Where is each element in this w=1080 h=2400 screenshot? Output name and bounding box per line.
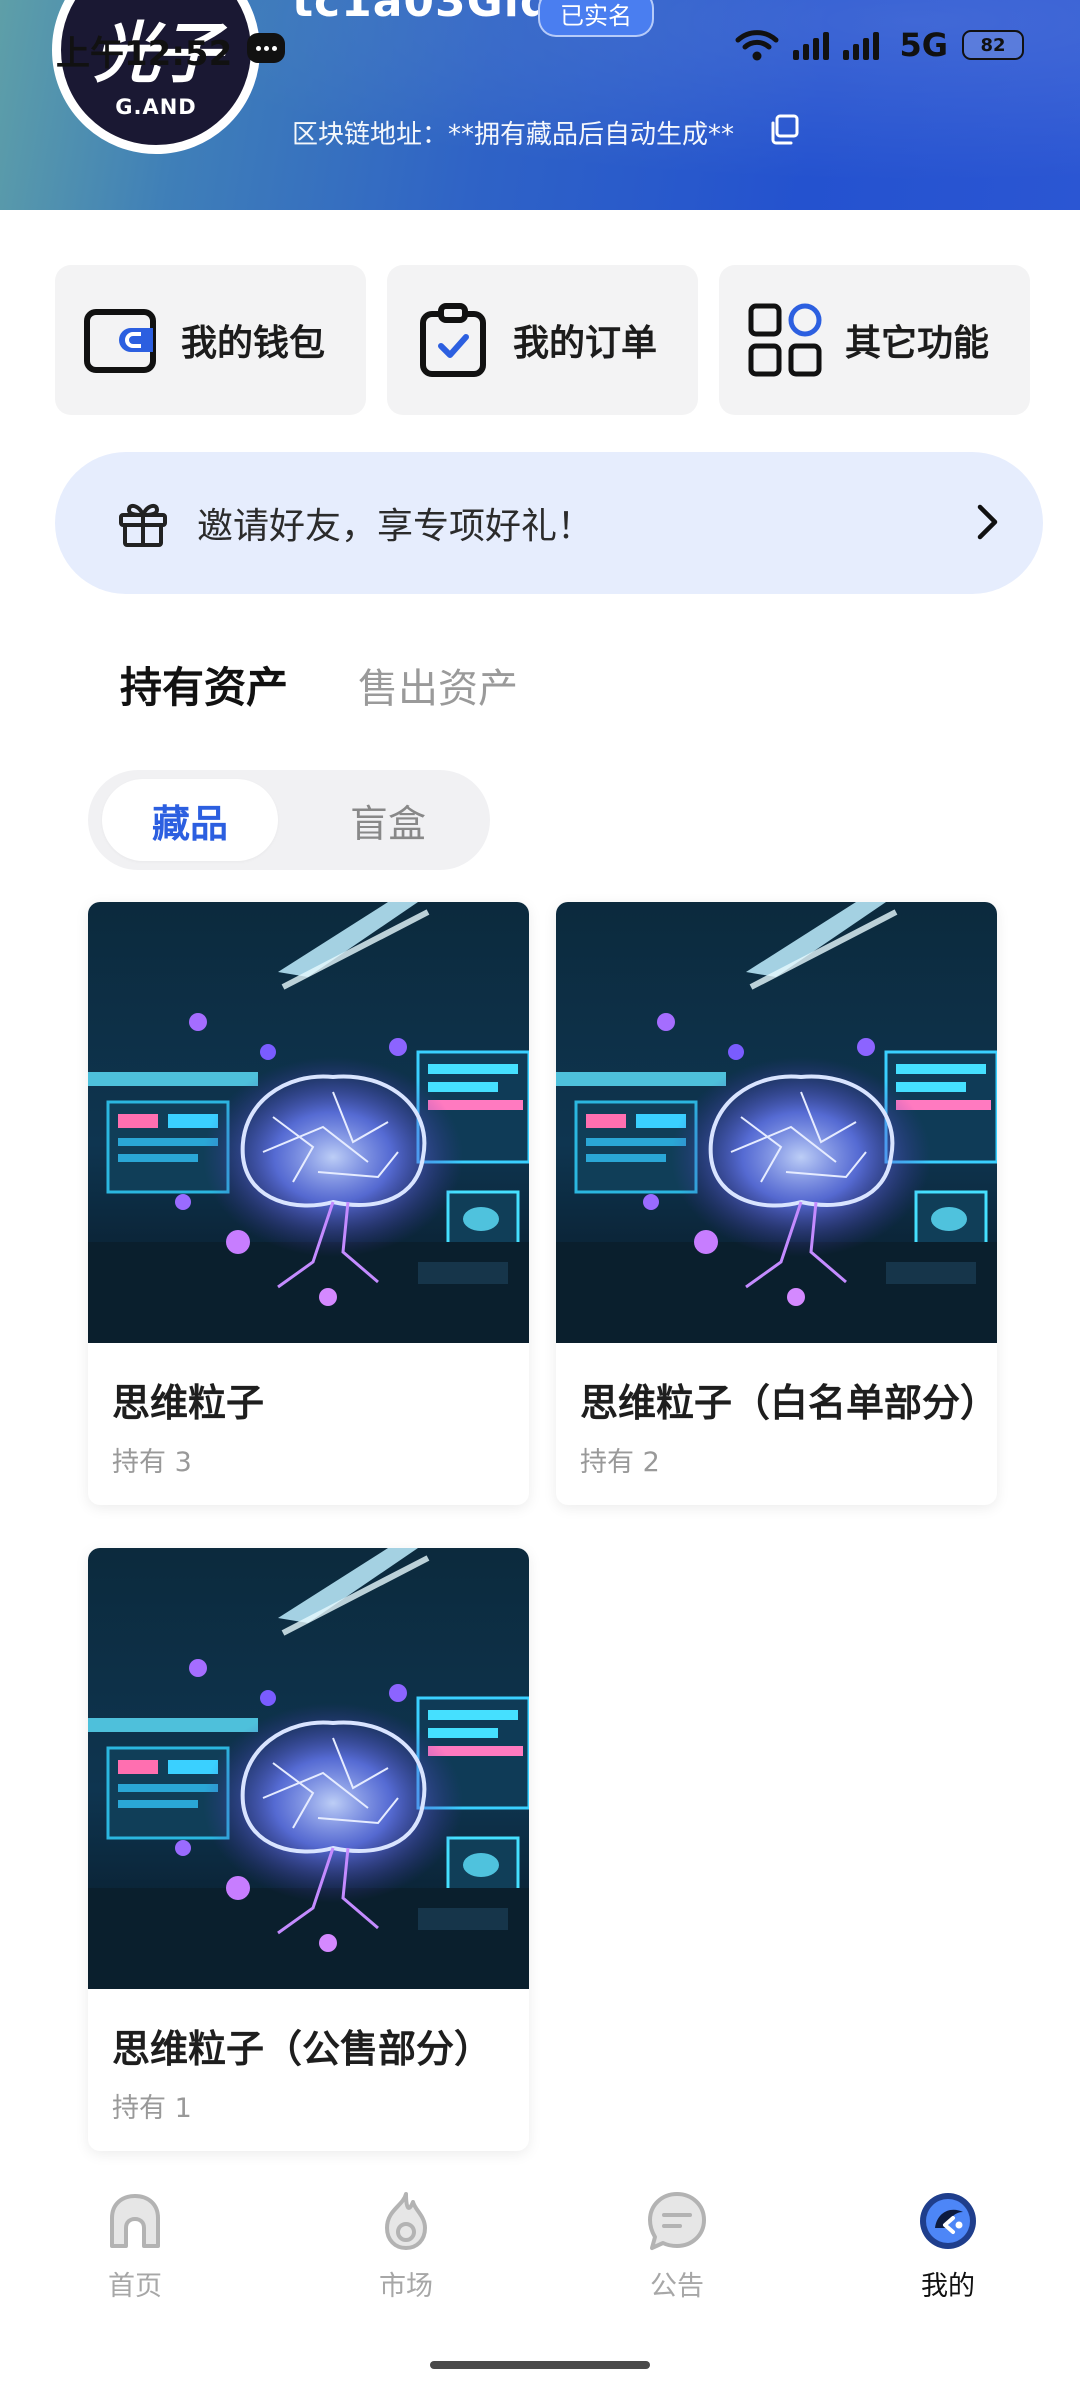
nav-announcements[interactable]: 公告 xyxy=(607,2188,747,2303)
wallet-label: 我的钱包 xyxy=(181,323,326,364)
grid-apps-icon xyxy=(748,303,822,377)
collection-artwork xyxy=(556,902,997,1343)
chevron-right-icon xyxy=(977,504,998,540)
orders-label: 我的订单 xyxy=(513,323,658,364)
nav-market-label: 市场 xyxy=(379,2271,433,2302)
asset-tabs: 持有资产 售出资产 xyxy=(120,654,518,715)
collection-artwork xyxy=(88,902,529,1343)
collection-card[interactable]: 思维粒子（白名单部分） 持有 2 xyxy=(556,902,997,1505)
invite-text: 邀请好友，享专项好礼！ xyxy=(197,506,594,547)
wallet-icon xyxy=(84,309,156,373)
nav-profile[interactable]: 我的 xyxy=(878,2188,1018,2303)
chat-bubble-icon xyxy=(247,33,285,63)
more-features-button[interactable]: 其它功能 xyxy=(719,265,1030,415)
battery-icon: 82 xyxy=(962,30,1024,60)
segment-collectibles[interactable]: 藏品 xyxy=(102,779,278,861)
collection-held-count: 持有 1 xyxy=(112,2093,192,2124)
verified-badge: 已实名 xyxy=(538,0,654,37)
home-icon xyxy=(110,2194,160,2248)
gift-icon xyxy=(119,503,167,547)
bottom-navigation: 首页 市场 公告 我的 xyxy=(0,2170,1080,2303)
collection-name: 思维粒子 xyxy=(112,1381,265,1425)
avatar[interactable]: 光子 G.AND xyxy=(52,0,260,154)
category-segment: 藏品 盲盒 xyxy=(88,770,490,870)
announcement-icon xyxy=(648,2192,706,2250)
status-indicators: 5G 82 xyxy=(735,26,1024,64)
avatar-logo-subtext: G.AND xyxy=(115,95,197,119)
collection-card[interactable]: 思维粒子（公售部分） 持有 1 xyxy=(88,1548,529,2151)
signal-icon-secondary xyxy=(843,30,880,60)
profile-icon xyxy=(920,2193,976,2249)
nav-market[interactable]: 市场 xyxy=(336,2188,476,2303)
collection-held-count: 持有 2 xyxy=(580,1447,660,1478)
nav-announcements-label: 公告 xyxy=(650,2271,704,2302)
wifi-icon xyxy=(735,30,779,61)
segment-blind-box[interactable]: 盲盒 xyxy=(300,779,476,861)
signal-icon xyxy=(793,30,830,60)
collection-held-count: 持有 3 xyxy=(112,1447,192,1478)
collection-card[interactable]: 思维粒子 持有 3 xyxy=(88,902,529,1505)
tab-held-assets[interactable]: 持有资产 xyxy=(120,654,288,715)
network-type: 5G xyxy=(899,26,948,64)
more-features-label: 其它功能 xyxy=(845,323,990,364)
nav-home-label: 首页 xyxy=(108,2271,162,2302)
quick-actions: 我的钱包 我的订单 其它功能 xyxy=(55,265,1030,415)
invite-friends-banner[interactable]: 邀请好友，享专项好礼！ xyxy=(55,452,1043,594)
home-indicator[interactable] xyxy=(430,2361,650,2369)
collection-name: 思维粒子（公售部分） xyxy=(112,2027,493,2071)
blockchain-address: 区块链地址：**拥有藏品后自动生成** xyxy=(292,120,735,150)
orders-button[interactable]: 我的订单 xyxy=(387,265,698,415)
tab-sold-assets[interactable]: 售出资产 xyxy=(358,656,518,714)
collection-artwork xyxy=(88,1548,529,1989)
status-time: 上午12:52 xyxy=(56,34,233,74)
collection-name: 思维粒子（白名单部分） xyxy=(580,1381,997,1425)
market-icon xyxy=(385,2192,427,2250)
nav-profile-label: 我的 xyxy=(921,2271,975,2302)
nav-home[interactable]: 首页 xyxy=(65,2188,205,2303)
battery-level: 82 xyxy=(980,34,1006,56)
wallet-button[interactable]: 我的钱包 xyxy=(55,265,366,415)
copy-icon[interactable] xyxy=(766,112,802,148)
clipboard-check-icon xyxy=(420,303,486,377)
